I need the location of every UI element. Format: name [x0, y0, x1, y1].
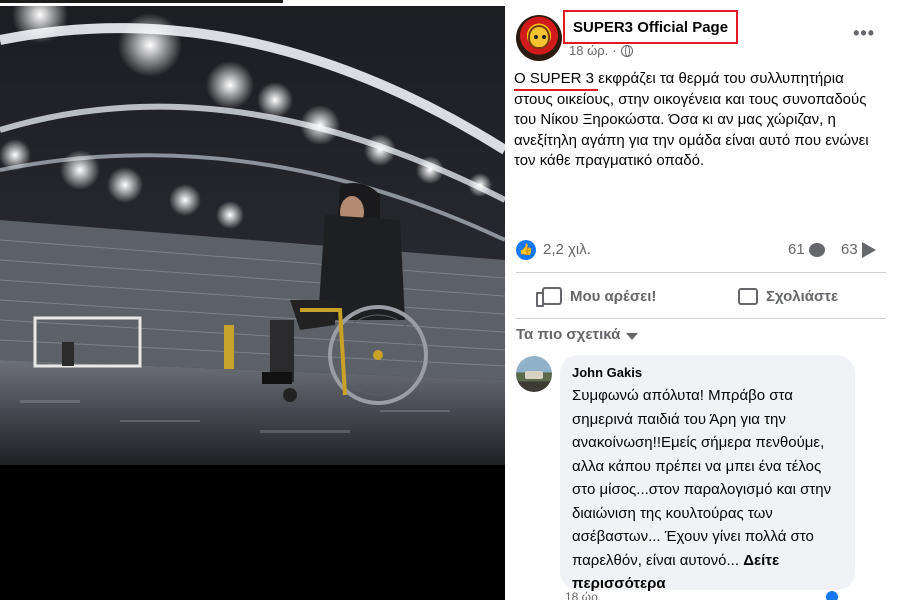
comment-sort-dropdown[interactable]: Τα πιο σχετικά — [516, 326, 639, 343]
reaction-count[interactable]: 2,2 χιλ. — [543, 241, 591, 258]
comment-bubble: John Gakis Συμφωνώ απόλυτα! Μπράβο στα σ… — [560, 355, 855, 592]
comment-text: Συμφωνώ απόλυτα! Μπράβο στα σημερινά παι… — [572, 384, 847, 596]
share-count[interactable]: 63 — [841, 241, 876, 258]
commenter-avatar[interactable] — [516, 356, 552, 392]
post-panel: SUPER3 Official Page 18 ώρ. · ••• Ο SUPE… — [505, 0, 900, 600]
comment-icon — [738, 287, 758, 305]
page-name-link[interactable]: SUPER3 Official Page — [573, 19, 728, 36]
divider — [516, 272, 886, 273]
meta-separator: · — [612, 43, 617, 58]
comment-count[interactable]: 61 — [788, 241, 825, 258]
post-time[interactable]: 18 ώρ. — [569, 43, 608, 58]
post-photo[interactable] — [0, 0, 505, 600]
like-reaction-icon[interactable]: 👍 — [516, 240, 536, 260]
comment-reaction-icon — [826, 591, 838, 600]
comment-author[interactable]: John Gakis — [572, 365, 642, 380]
post-meta: 18 ώρ. · — [569, 43, 633, 58]
comment-count-value: 61 — [788, 241, 805, 258]
comment-button-label: Σχολιάστε — [766, 287, 839, 305]
thumbs-up-icon — [536, 287, 562, 307]
comment-body: Συμφωνώ απόλυτα! Μπράβο στα σημερινά παι… — [572, 387, 832, 569]
post-text: Ο SUPER 3 εκφράζει τα θερμά του συλλυπητ… — [514, 70, 869, 169]
page-name-highlight: SUPER3 Official Page — [563, 10, 739, 44]
share-count-value: 63 — [841, 241, 858, 258]
page-avatar[interactable] — [516, 15, 562, 61]
comment-bubble-icon — [808, 242, 825, 257]
caret-down-icon — [626, 332, 639, 340]
reactions-bar: 👍 2,2 χιλ. 61 63 — [516, 238, 886, 262]
sort-label: Τα πιο σχετικά — [516, 326, 621, 343]
comment-button[interactable]: Σχολιάστε — [738, 283, 838, 309]
globe-icon — [620, 44, 633, 57]
comment-time[interactable]: 18 ώρ. — [565, 590, 601, 600]
red-underline-annotation — [514, 89, 598, 91]
share-arrow-icon — [861, 241, 876, 258]
divider — [516, 318, 886, 319]
mascot-logo — [528, 25, 550, 49]
stadium-photo — [0, 0, 505, 600]
like-button-label: Μου αρέσει! — [570, 287, 657, 305]
like-button[interactable]: Μου αρέσει! — [536, 283, 657, 309]
more-options-icon[interactable]: ••• — [853, 24, 875, 42]
photo-top-edge — [0, 0, 505, 6]
